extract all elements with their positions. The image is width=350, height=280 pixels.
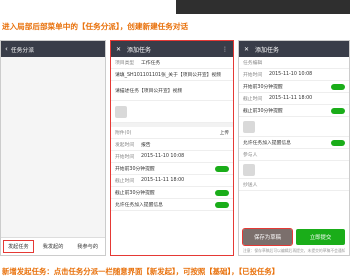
form-row-start[interactable]: 开始时间 2015-11-10 10:08: [239, 69, 349, 81]
form-row-edit[interactable]: 任务编辑: [239, 57, 349, 69]
submit-button[interactable]: 立即提交: [296, 229, 345, 245]
phone2-header: ✕ 添加任务 ⋮: [111, 41, 233, 57]
tab-new-task[interactable]: 发起任务: [1, 238, 36, 255]
tab-my-initiated[interactable]: 我发起的: [36, 238, 71, 255]
form-row-cc[interactable]: 抄送人: [239, 179, 349, 191]
avatar: [243, 163, 255, 176]
phone3-title: 添加任务: [255, 46, 280, 54]
form-row-start[interactable]: 开始时间 2015-11-10 10:08: [111, 151, 233, 163]
form-row-allow-join[interactable]: 允许任务加入提醒信息: [111, 199, 233, 211]
save-draft-button[interactable]: 保存为草稿: [242, 228, 293, 246]
phone1-header: ‹ 任务分派: [1, 41, 105, 57]
start-remind-toggle[interactable]: [331, 83, 345, 90]
form-row-participant-avatars: [239, 161, 349, 179]
start-remind-toggle[interactable]: [215, 165, 229, 172]
image-placeholder-icon: [243, 120, 255, 133]
tab-my-participated[interactable]: 我参与的: [70, 238, 105, 255]
allow-join-toggle[interactable]: [331, 139, 345, 146]
form-row-deadline-remind[interactable]: 截止前30分钟提醒: [111, 187, 233, 199]
form-row-image[interactable]: [239, 117, 349, 137]
phone1-tabbar: 发起任务 我发起的 我参与的: [1, 237, 105, 255]
form-row-description[interactable]: 请描述任务【项目公开宣】视频: [111, 81, 233, 101]
phone-add-task-form: ✕ 添加任务 ⋮ 项目类型 工作任务 请填_SH101101101张_关于【项目公…: [110, 40, 234, 256]
more-icon[interactable]: ⋮: [222, 46, 228, 53]
top-band: [0, 0, 350, 16]
instruction-top: 进入局部后部菜单中的【任务分派】，创建新建任务对话: [2, 22, 189, 31]
phone1-title: 任务分派: [10, 47, 35, 54]
form-row-deadline[interactable]: 截止时间 2015-11-11 18:00: [239, 93, 349, 105]
upload-button[interactable]: 上传: [220, 130, 229, 136]
phone1-body: [1, 57, 105, 237]
draft-note: 注意：保存草稿后可以编辑后再提交，未提交的草稿不会通知任何人: [243, 248, 345, 253]
back-icon[interactable]: ‹: [5, 45, 8, 53]
image-placeholder-icon: [115, 105, 127, 118]
form-row-allow-join[interactable]: 允许任务加入提醒信息: [239, 137, 349, 149]
form-row-reporter[interactable]: 发起时间 报告: [111, 139, 233, 151]
deadline-remind-toggle[interactable]: [331, 107, 345, 114]
form-row-deadline[interactable]: 截止时间 2015-11-11 18:00: [111, 175, 233, 187]
form-row-title[interactable]: 请填_SH101101101张_关于【项目公开宣】视频: [111, 69, 233, 81]
form-row-image[interactable]: [111, 101, 233, 123]
form-row-start-remind[interactable]: 开始前30分钟提醒: [239, 81, 349, 93]
form-row-attachment[interactable]: 附件(0) 上传: [111, 127, 233, 139]
phone2-title: 添加任务: [127, 46, 152, 54]
form-row-participants[interactable]: 参与人: [239, 149, 349, 161]
phone3-header: ✕ 添加任务: [239, 41, 349, 57]
instruction-bottom: 新增发起任务：点击任务分派一栏随意界面【新发起】，可按照【基础】，【已投任务】: [2, 267, 280, 276]
allow-join-toggle[interactable]: [215, 201, 229, 208]
form-row-deadline-remind[interactable]: 截止前30分钟提醒: [239, 105, 349, 117]
top-dark-strip: [176, 0, 350, 14]
close-icon[interactable]: ✕: [116, 46, 121, 53]
phone-add-task-submit: ✕ 添加任务 任务编辑 开始时间 2015-11-10 10:08 开始前30分钟…: [238, 40, 350, 256]
form-row-start-remind[interactable]: 开始前30分钟提醒: [111, 163, 233, 175]
deadline-remind-toggle[interactable]: [215, 189, 229, 196]
phone-task-list: ‹ 任务分派 发起任务 我发起的 我参与的: [0, 40, 106, 256]
form-row-type[interactable]: 项目类型 工作任务: [111, 57, 233, 69]
close-icon[interactable]: ✕: [244, 46, 249, 53]
phone3-footer: 保存为草稿 立即提交: [242, 228, 345, 246]
